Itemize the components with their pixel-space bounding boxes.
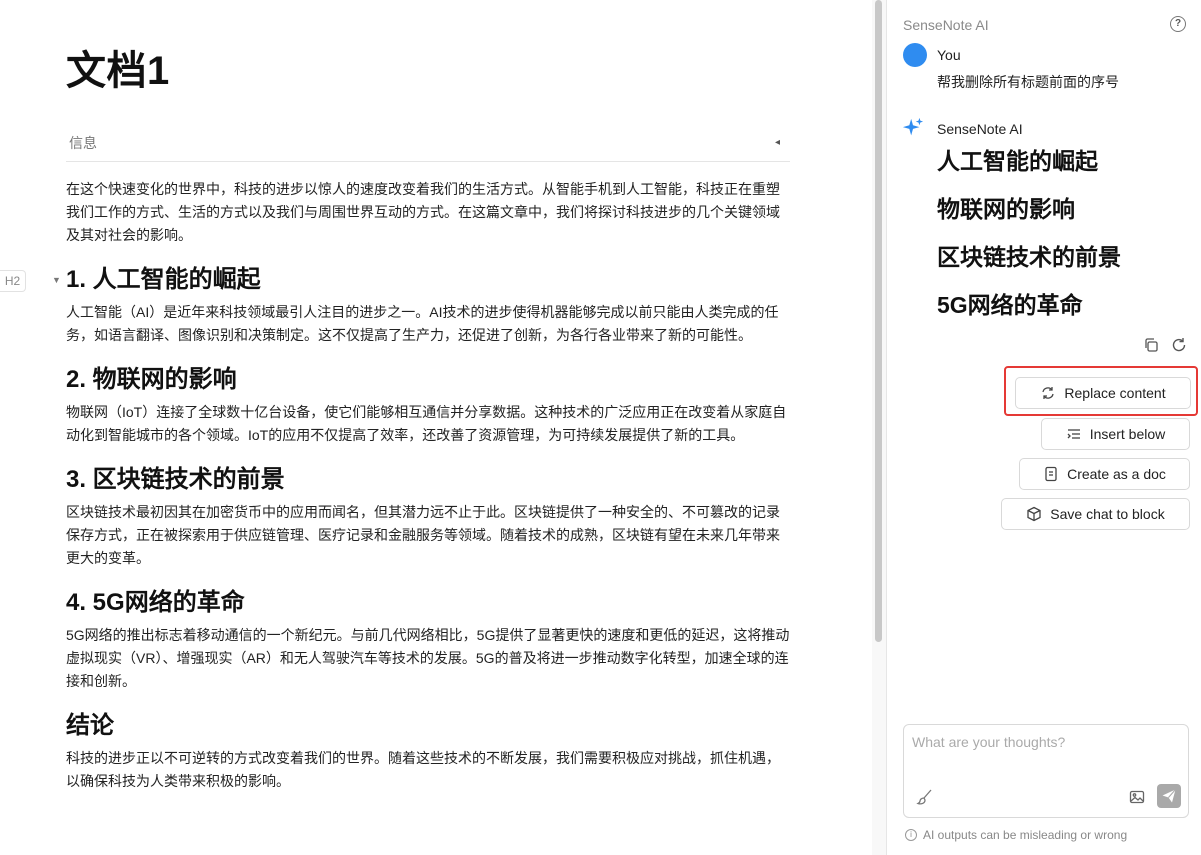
section-heading[interactable]: 3. 区块链技术的前景 — [66, 463, 790, 497]
section-paragraph[interactable]: 区块链技术最初因其在加密货币中的应用而闻名，但其潜力远不止于此。区块链提供了一种… — [66, 501, 790, 570]
create-as-doc-button[interactable]: Create as a doc — [1019, 458, 1190, 490]
info-icon: i — [905, 829, 917, 841]
document-body[interactable]: 在这个快速变化的世界中，科技的进步以惊人的速度改变着我们的生活方式。从智能手机到… — [66, 178, 790, 793]
section-heading[interactable]: 4. 5G网络的革命 — [66, 586, 790, 620]
insert-below-button[interactable]: Insert below — [1041, 418, 1190, 450]
replace-content-button[interactable]: Replace content — [1015, 377, 1191, 409]
ai-sparkle-icon — [902, 117, 924, 136]
ai-response: 人工智能的崛起 物联网的影响 区块链技术的前景 5G网络的革命 — [937, 144, 1121, 336]
collapse-heading-icon[interactable]: ▼ — [52, 275, 61, 285]
image-icon[interactable] — [1129, 789, 1145, 805]
info-section-header[interactable]: 信息 ◂ — [66, 124, 790, 162]
ai-response-heading: 5G网络的革命 — [937, 292, 1083, 318]
send-button[interactable] — [1157, 784, 1181, 808]
send-icon — [1162, 789, 1176, 803]
section-paragraph[interactable]: 5G网络的推出标志着移动通信的一个新纪元。与前几代网络相比，5G提供了显著更快的… — [66, 624, 790, 693]
ai-response-heading: 物联网的影响 — [937, 196, 1075, 222]
ai-response-heading: 区块链技术的前景 — [937, 244, 1121, 270]
cube-icon — [1027, 506, 1041, 522]
create-as-doc-label: Create as a doc — [1067, 466, 1166, 482]
document-icon — [1045, 466, 1057, 482]
ai-name: SenseNote AI — [937, 121, 1023, 137]
save-chat-to-block-button[interactable]: Save chat to block — [1001, 498, 1190, 530]
collapse-toggle-icon[interactable]: ◂ — [775, 137, 790, 148]
chat-input[interactable] — [912, 734, 1180, 774]
intro-paragraph[interactable]: 在这个快速变化的世界中，科技的进步以惊人的速度改变着我们的生活方式。从智能手机到… — [66, 178, 790, 247]
info-label: 信息 — [69, 134, 97, 151]
editor-scrollbar-thumb[interactable] — [875, 0, 882, 642]
insert-below-label: Insert below — [1089, 426, 1166, 442]
replace-content-label: Replace content — [1064, 385, 1166, 401]
document-title[interactable]: 文档1 — [66, 38, 170, 96]
user-avatar — [903, 43, 927, 67]
user-message: 帮我删除所有标题前面的序号 — [937, 74, 1119, 90]
regenerate-icon[interactable] — [1171, 337, 1187, 353]
ai-disclaimer: i AI outputs can be misleading or wrong — [905, 828, 1127, 842]
section-heading[interactable]: 结论 — [66, 709, 790, 743]
user-name: You — [937, 47, 961, 63]
section-paragraph[interactable]: 物联网（IoT）连接了全球数十亿台设备，使它们能够相互通信并分享数据。这种技术的… — [66, 401, 790, 447]
ai-chat-panel: SenseNote AI ? You 帮我删除所有标题前面的序号 SenseNo… — [887, 0, 1201, 855]
panel-title: SenseNote AI — [903, 17, 989, 33]
copy-icon[interactable] — [1143, 337, 1159, 353]
block-type-badge[interactable]: H2 — [0, 270, 26, 292]
insert-below-icon — [1067, 429, 1080, 439]
ai-response-heading: 人工智能的崛起 — [937, 148, 1098, 174]
save-chat-to-block-label: Save chat to block — [1050, 506, 1165, 522]
chat-input-box — [903, 724, 1189, 818]
replace-icon — [1042, 387, 1055, 399]
document-editor: 文档1 信息 ◂ H2 ▼ 在这个快速变化的世界中，科技的进步以惊人的速度改变着… — [0, 0, 872, 855]
section-heading[interactable]: 2. 物联网的影响 — [66, 363, 790, 397]
section-paragraph[interactable]: 科技的进步正以不可逆转的方式改变着我们的世界。随着这些技术的不断发展，我们需要积… — [66, 747, 790, 793]
disclaimer-text: AI outputs can be misleading or wrong — [923, 828, 1128, 842]
help-icon[interactable]: ? — [1170, 16, 1186, 32]
section-paragraph[interactable]: 人工智能（AI）是近年来科技领域最引人注目的进步之一。AI技术的进步使得机器能够… — [66, 301, 790, 347]
brush-icon[interactable] — [916, 788, 934, 806]
message-actions — [1143, 337, 1187, 353]
section-heading[interactable]: 1. 人工智能的崛起 — [66, 263, 790, 297]
